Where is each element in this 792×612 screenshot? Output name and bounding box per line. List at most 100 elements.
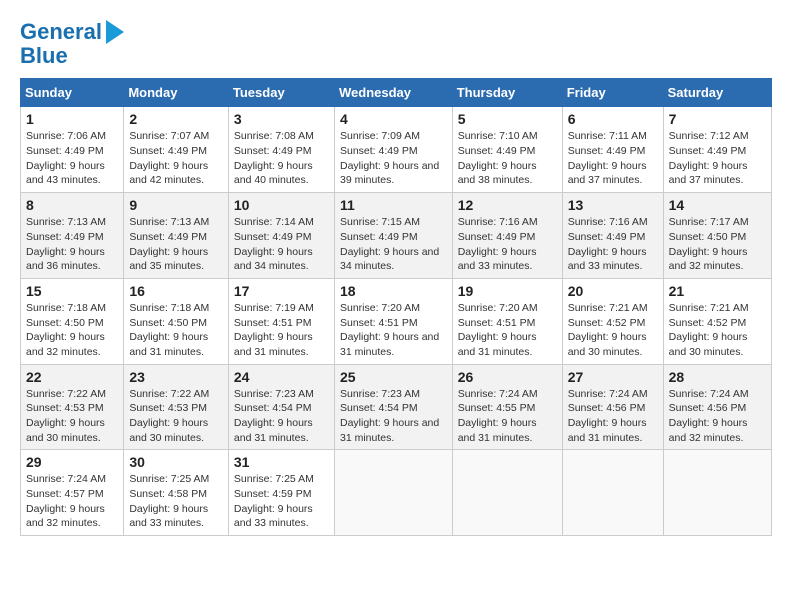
day-number: 4 <box>340 111 447 127</box>
table-row: 28 Sunrise: 7:24 AMSunset: 4:56 PMDayligh… <box>663 364 771 450</box>
day-number: 3 <box>234 111 329 127</box>
day-number: 28 <box>669 369 766 385</box>
day-info: Sunrise: 7:19 AMSunset: 4:51 PMDaylight:… <box>234 302 314 358</box>
table-row: 6 Sunrise: 7:11 AMSunset: 4:49 PMDaylight… <box>562 107 663 193</box>
day-number: 17 <box>234 283 329 299</box>
day-info: Sunrise: 7:17 AMSunset: 4:50 PMDaylight:… <box>669 216 749 272</box>
header: General Blue <box>20 20 772 68</box>
day-number: 19 <box>458 283 557 299</box>
table-row: 15 Sunrise: 7:18 AMSunset: 4:50 PMDayligh… <box>21 278 124 364</box>
day-info: Sunrise: 7:07 AMSunset: 4:49 PMDaylight:… <box>129 130 209 186</box>
day-info: Sunrise: 7:16 AMSunset: 4:49 PMDaylight:… <box>568 216 648 272</box>
day-number: 20 <box>568 283 658 299</box>
day-number: 29 <box>26 454 118 470</box>
col-monday: Monday <box>124 79 229 107</box>
day-info: Sunrise: 7:25 AMSunset: 4:59 PMDaylight:… <box>234 473 314 529</box>
day-info: Sunrise: 7:18 AMSunset: 4:50 PMDaylight:… <box>26 302 106 358</box>
day-number: 27 <box>568 369 658 385</box>
day-number: 16 <box>129 283 223 299</box>
day-info: Sunrise: 7:23 AMSunset: 4:54 PMDaylight:… <box>340 388 439 444</box>
col-saturday: Saturday <box>663 79 771 107</box>
calendar-week-row: 15 Sunrise: 7:18 AMSunset: 4:50 PMDayligh… <box>21 278 772 364</box>
day-number: 11 <box>340 197 447 213</box>
day-number: 21 <box>669 283 766 299</box>
logo: General Blue <box>20 20 124 68</box>
day-number: 10 <box>234 197 329 213</box>
day-number: 23 <box>129 369 223 385</box>
day-info: Sunrise: 7:20 AMSunset: 4:51 PMDaylight:… <box>458 302 538 358</box>
day-number: 7 <box>669 111 766 127</box>
day-info: Sunrise: 7:24 AMSunset: 4:57 PMDaylight:… <box>26 473 106 529</box>
day-info: Sunrise: 7:20 AMSunset: 4:51 PMDaylight:… <box>340 302 439 358</box>
logo-blue-text: Blue <box>20 44 68 68</box>
day-info: Sunrise: 7:21 AMSunset: 4:52 PMDaylight:… <box>568 302 648 358</box>
col-friday: Friday <box>562 79 663 107</box>
day-number: 6 <box>568 111 658 127</box>
table-row: 25 Sunrise: 7:23 AMSunset: 4:54 PMDayligh… <box>334 364 452 450</box>
day-number: 2 <box>129 111 223 127</box>
day-number: 26 <box>458 369 557 385</box>
table-row: 21 Sunrise: 7:21 AMSunset: 4:52 PMDayligh… <box>663 278 771 364</box>
table-row: 13 Sunrise: 7:16 AMSunset: 4:49 PMDayligh… <box>562 193 663 279</box>
table-row: 20 Sunrise: 7:21 AMSunset: 4:52 PMDayligh… <box>562 278 663 364</box>
table-row: 30 Sunrise: 7:25 AMSunset: 4:58 PMDayligh… <box>124 450 229 536</box>
day-info: Sunrise: 7:24 AMSunset: 4:55 PMDaylight:… <box>458 388 538 444</box>
table-row: 3 Sunrise: 7:08 AMSunset: 4:49 PMDaylight… <box>228 107 334 193</box>
calendar-table: Sunday Monday Tuesday Wednesday Thursday… <box>20 78 772 536</box>
day-info: Sunrise: 7:08 AMSunset: 4:49 PMDaylight:… <box>234 130 314 186</box>
day-info: Sunrise: 7:22 AMSunset: 4:53 PMDaylight:… <box>26 388 106 444</box>
table-row: 23 Sunrise: 7:22 AMSunset: 4:53 PMDayligh… <box>124 364 229 450</box>
calendar-week-row: 1Sunrise: 7:06 AMSunset: 4:49 PMDaylight… <box>21 107 772 193</box>
day-info: Sunrise: 7:11 AMSunset: 4:49 PMDaylight:… <box>568 130 647 186</box>
table-row: 24 Sunrise: 7:23 AMSunset: 4:54 PMDayligh… <box>228 364 334 450</box>
day-info: Sunrise: 7:21 AMSunset: 4:52 PMDaylight:… <box>669 302 749 358</box>
table-row: 1Sunrise: 7:06 AMSunset: 4:49 PMDaylight… <box>21 107 124 193</box>
day-number: 5 <box>458 111 557 127</box>
day-info: Sunrise: 7:18 AMSunset: 4:50 PMDaylight:… <box>129 302 209 358</box>
table-row: 27Sunrise: 7:24 AMSunset: 4:56 PMDayligh… <box>562 364 663 450</box>
day-number: 9 <box>129 197 223 213</box>
table-row: 2 Sunrise: 7:07 AMSunset: 4:49 PMDaylight… <box>124 107 229 193</box>
calendar-week-row: 29 Sunrise: 7:24 AMSunset: 4:57 PMDayligh… <box>21 450 772 536</box>
day-info: Sunrise: 7:24 AMSunset: 4:56 PMDaylight:… <box>669 388 749 444</box>
day-info: Sunrise: 7:22 AMSunset: 4:53 PMDaylight:… <box>129 388 209 444</box>
table-row: 7 Sunrise: 7:12 AMSunset: 4:49 PMDaylight… <box>663 107 771 193</box>
calendar-week-row: 22Sunrise: 7:22 AMSunset: 4:53 PMDayligh… <box>21 364 772 450</box>
col-tuesday: Tuesday <box>228 79 334 107</box>
table-row: 26 Sunrise: 7:24 AMSunset: 4:55 PMDayligh… <box>452 364 562 450</box>
col-thursday: Thursday <box>452 79 562 107</box>
calendar-header: Sunday Monday Tuesday Wednesday Thursday… <box>21 79 772 107</box>
table-row: 14Sunrise: 7:17 AMSunset: 4:50 PMDayligh… <box>663 193 771 279</box>
table-row: 31 Sunrise: 7:25 AMSunset: 4:59 PMDayligh… <box>228 450 334 536</box>
day-info: Sunrise: 7:15 AMSunset: 4:49 PMDaylight:… <box>340 216 439 272</box>
table-row <box>334 450 452 536</box>
day-number: 8 <box>26 197 118 213</box>
table-row <box>663 450 771 536</box>
day-info: Sunrise: 7:14 AMSunset: 4:49 PMDaylight:… <box>234 216 314 272</box>
table-row: 9 Sunrise: 7:13 AMSunset: 4:49 PMDaylight… <box>124 193 229 279</box>
logo-text: General <box>20 20 102 44</box>
day-info: Sunrise: 7:10 AMSunset: 4:49 PMDaylight:… <box>458 130 538 186</box>
day-number: 30 <box>129 454 223 470</box>
table-row: 22Sunrise: 7:22 AMSunset: 4:53 PMDayligh… <box>21 364 124 450</box>
day-number: 13 <box>568 197 658 213</box>
table-row: 12Sunrise: 7:16 AMSunset: 4:49 PMDayligh… <box>452 193 562 279</box>
day-number: 12 <box>458 197 557 213</box>
day-info: Sunrise: 7:23 AMSunset: 4:54 PMDaylight:… <box>234 388 314 444</box>
day-info: Sunrise: 7:13 AMSunset: 4:49 PMDaylight:… <box>129 216 209 272</box>
table-row <box>562 450 663 536</box>
day-number: 25 <box>340 369 447 385</box>
day-info: Sunrise: 7:12 AMSunset: 4:49 PMDaylight:… <box>669 130 749 186</box>
table-row: 4 Sunrise: 7:09 AMSunset: 4:49 PMDaylight… <box>334 107 452 193</box>
day-number: 24 <box>234 369 329 385</box>
day-number: 1 <box>26 111 118 127</box>
table-row: 17 Sunrise: 7:19 AMSunset: 4:51 PMDayligh… <box>228 278 334 364</box>
table-row: 11 Sunrise: 7:15 AMSunset: 4:49 PMDayligh… <box>334 193 452 279</box>
day-number: 15 <box>26 283 118 299</box>
day-number: 31 <box>234 454 329 470</box>
day-info: Sunrise: 7:25 AMSunset: 4:58 PMDaylight:… <box>129 473 209 529</box>
calendar-body: 1Sunrise: 7:06 AMSunset: 4:49 PMDaylight… <box>21 107 772 536</box>
logo-arrow-icon <box>106 20 124 44</box>
day-info: Sunrise: 7:09 AMSunset: 4:49 PMDaylight:… <box>340 130 439 186</box>
table-row: 18Sunrise: 7:20 AMSunset: 4:51 PMDayligh… <box>334 278 452 364</box>
